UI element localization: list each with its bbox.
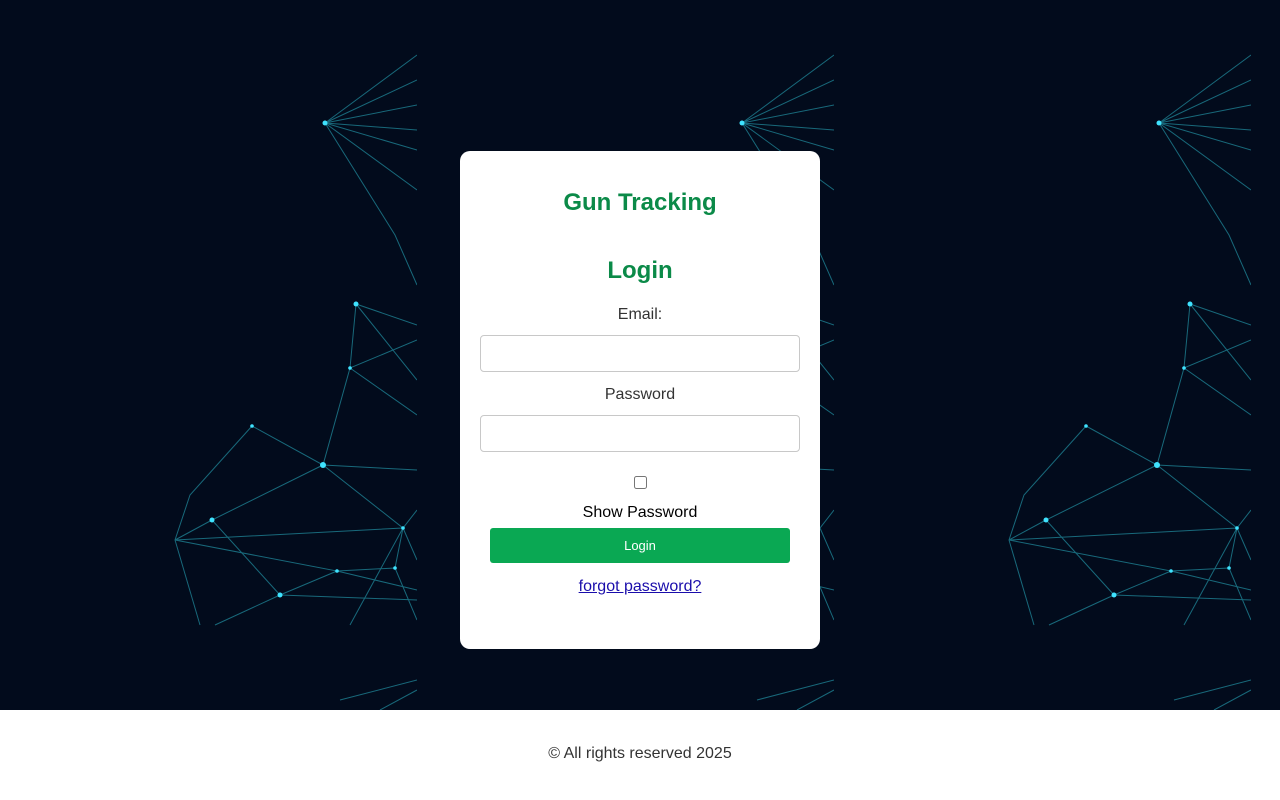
footer: © All rights reserved 2025 xyxy=(0,710,1280,800)
email-label: Email: xyxy=(617,306,663,323)
copyright-text: © All rights reserved 2025 xyxy=(548,745,732,762)
network-pattern-tile xyxy=(1008,54,1251,710)
show-password-checkbox[interactable] xyxy=(634,476,647,489)
forgot-password-link[interactable]: forgot password? xyxy=(460,578,820,596)
app-title: Gun Tracking xyxy=(563,189,717,216)
login-button[interactable]: Login xyxy=(490,528,790,563)
password-field[interactable] xyxy=(480,415,800,452)
show-password-label: Show Password xyxy=(582,504,698,521)
password-label: Password xyxy=(604,386,676,403)
email-field[interactable] xyxy=(480,335,800,372)
login-heading: Login xyxy=(607,257,673,284)
network-pattern-tile xyxy=(174,54,417,710)
login-card: Gun Tracking Login Email: Password Show … xyxy=(460,151,820,649)
